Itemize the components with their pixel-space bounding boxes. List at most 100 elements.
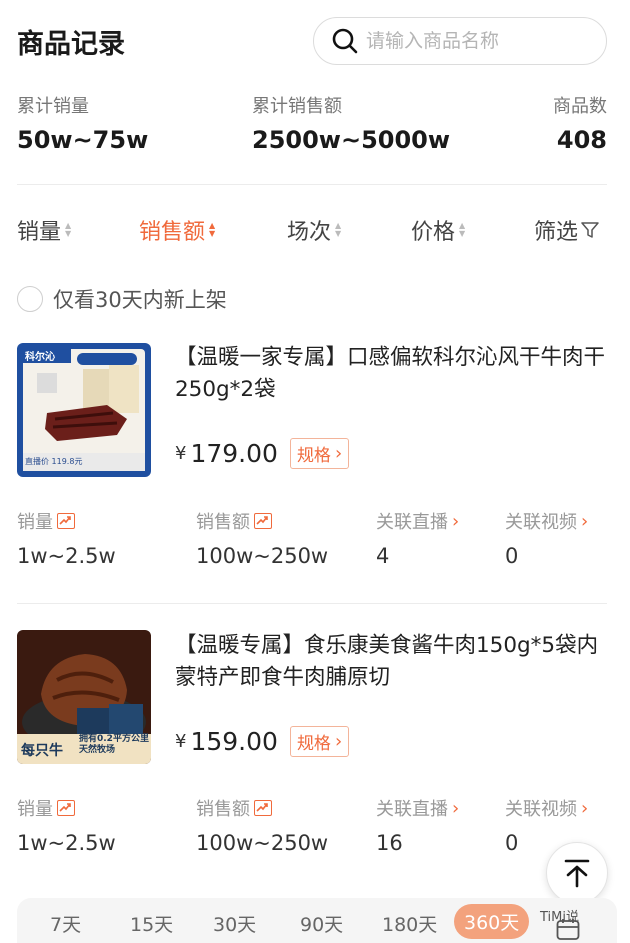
filter-label: 筛选 (534, 220, 579, 245)
metric-label: 关联直播 › (376, 795, 459, 821)
radio-circle-icon (17, 286, 43, 312)
metric-value: 1w~2.5w (17, 831, 116, 855)
metric-value: 1w~2.5w (17, 544, 116, 568)
metric-live[interactable]: 关联直播 › 16 (376, 795, 459, 856)
search-box[interactable] (313, 17, 607, 65)
price-row: ¥ 179.00 规格 › (175, 438, 350, 469)
sort-bar: 销量 ▲ ▼ 销售额 ▲ ▼ 场次 ▲ ▼ 价格 ▲ ▼ 筛选 (0, 206, 630, 254)
trend-chart-icon[interactable] (254, 513, 272, 529)
spec-label: 规格 (296, 734, 331, 754)
metric-label[interactable]: 销售额 (196, 795, 328, 821)
chevron-right-icon: › (581, 797, 589, 819)
metric-label-text: 销售额 (196, 799, 250, 820)
sort-label: 场次 (287, 220, 332, 245)
chevron-right-icon: › (452, 510, 460, 532)
stat-label: 累计销售额 (252, 96, 342, 117)
stat-label: 商品数 (553, 96, 607, 117)
spec-label: 规格 (296, 446, 331, 466)
divider (17, 603, 607, 604)
stats-summary: 累计销量 50w~75w 累计销售额 2500w~5000w 商品数 408 (0, 92, 630, 162)
filter-funnel-icon (581, 222, 599, 238)
sort-price[interactable]: 价格 ▲ ▼ (411, 214, 465, 246)
metric-label-text: 关联视频 (505, 799, 577, 820)
thumbnail-brand: 科尔沁 (25, 352, 55, 363)
time-range-bar: 7天 15天 30天 90天 180天 360天 (17, 898, 617, 943)
sort-label: 销量 (17, 220, 62, 245)
metric-value: 16 (376, 831, 403, 855)
metric-sales: 销量 1w~2.5w (17, 508, 116, 568)
search-icon (332, 28, 358, 54)
product-metrics: 销量 1w~2.5w 销售额 100w~250w 关联直播 › 16 关联视频 … (0, 795, 630, 865)
metric-live[interactable]: 关联直播 › 4 (376, 508, 459, 569)
trend-chart-icon[interactable] (57, 513, 75, 529)
metric-label-text: 销量 (17, 512, 53, 533)
metric-label-text: 关联直播 (376, 799, 448, 820)
stat-product-count: 商品数 408 (553, 92, 607, 154)
product-price: 179.00 (190, 439, 278, 468)
product-title[interactable]: 【温暖一家专属】口感偏软科尔沁风干牛肉干250g*2袋 (175, 342, 607, 406)
stat-value: 2500w~5000w (252, 126, 451, 154)
calendar-icon[interactable] (556, 918, 580, 940)
time-range-30d[interactable]: 30天 (213, 910, 256, 937)
product-thumbnail[interactable]: 每只牛 拥有0.2平方公里 天然牧场 (17, 630, 151, 764)
sort-revenue[interactable]: 销售额 ▲ ▼ (139, 214, 215, 246)
metric-label[interactable]: 销量 (17, 508, 116, 534)
search-input[interactable] (366, 30, 586, 52)
spec-button[interactable]: 规格 › (289, 438, 350, 469)
sort-sales[interactable]: 销量 ▲ ▼ (17, 214, 71, 246)
metric-label: 关联视频 › (505, 508, 588, 534)
chevron-right-icon: › (452, 797, 460, 819)
spec-button[interactable]: 规格 › (289, 726, 350, 757)
trend-chart-icon[interactable] (254, 800, 272, 816)
metric-value: 0 (505, 544, 519, 568)
chevron-right-icon: › (581, 510, 589, 532)
chevron-right-icon: › (334, 731, 343, 752)
time-range-180d[interactable]: 180天 (382, 910, 437, 937)
trend-chart-icon[interactable] (57, 800, 75, 816)
stat-label: 累计销量 (17, 96, 89, 117)
time-range-7d[interactable]: 7天 (50, 910, 81, 937)
metric-label[interactable]: 销售额 (196, 508, 328, 534)
sort-arrows-icon: ▲ ▼ (209, 221, 216, 238)
stat-total-sales: 累计销量 50w~75w (17, 92, 148, 154)
time-range-360d[interactable]: 360天 (454, 904, 530, 939)
metric-label: 关联直播 › (376, 508, 459, 534)
product-thumbnail[interactable]: 科尔沁 直播价 119.8元 (17, 343, 151, 477)
currency-symbol: ¥ (175, 731, 187, 752)
metric-label[interactable]: 销量 (17, 795, 116, 821)
metric-label-text: 销售额 (196, 512, 250, 533)
product-title[interactable]: 【温暖专属】食乐康美食酱牛肉150g*5袋内蒙特产即食牛肉脯原切 (175, 630, 607, 694)
sort-label: 销售额 (139, 220, 206, 245)
page-title: 商品记录 (17, 29, 125, 60)
metric-revenue: 销售额 100w~250w (196, 795, 328, 855)
sort-arrows-icon: ▲ ▼ (335, 221, 342, 238)
stat-total-revenue: 累计销售额 2500w~5000w (252, 92, 450, 154)
metric-revenue: 销售额 100w~250w (196, 508, 328, 568)
metric-label-text: 销量 (17, 799, 53, 820)
chevron-right-icon: › (334, 443, 343, 464)
stat-value: 50w~75w (17, 126, 149, 154)
filter-button[interactable]: 筛选 (534, 214, 599, 246)
stat-value: 408 (556, 126, 607, 154)
new-listing-label: 仅看30天内新上架 (53, 288, 227, 312)
metric-video[interactable]: 关联视频 › 0 (505, 508, 588, 569)
thumbnail-brand: 每只牛 (21, 743, 63, 759)
new-listing-checkbox[interactable]: 仅看30天内新上架 (17, 284, 227, 314)
metric-label: 关联视频 › (505, 795, 588, 821)
thumbnail-caption: 拥有0.2平方公里 天然牧场 (79, 734, 149, 755)
metric-value: 4 (376, 544, 390, 568)
metric-sales: 销量 1w~2.5w (17, 795, 116, 855)
sort-arrows-icon: ▲ ▼ (65, 221, 72, 238)
back-to-top-button[interactable] (546, 842, 608, 904)
header: 商品记录 (0, 0, 630, 84)
time-range-90d[interactable]: 90天 (300, 910, 343, 937)
metric-label-text: 关联直播 (376, 512, 448, 533)
metric-value: 100w~250w (196, 544, 329, 568)
thumbnail-caption: 直播价 119.8元 (25, 457, 83, 466)
sort-arrows-icon: ▲ ▼ (459, 221, 466, 238)
sort-label: 价格 (411, 220, 456, 245)
divider (17, 184, 607, 185)
sort-sessions[interactable]: 场次 ▲ ▼ (287, 214, 341, 246)
product-price: 159.00 (190, 727, 278, 756)
time-range-15d[interactable]: 15天 (130, 910, 173, 937)
